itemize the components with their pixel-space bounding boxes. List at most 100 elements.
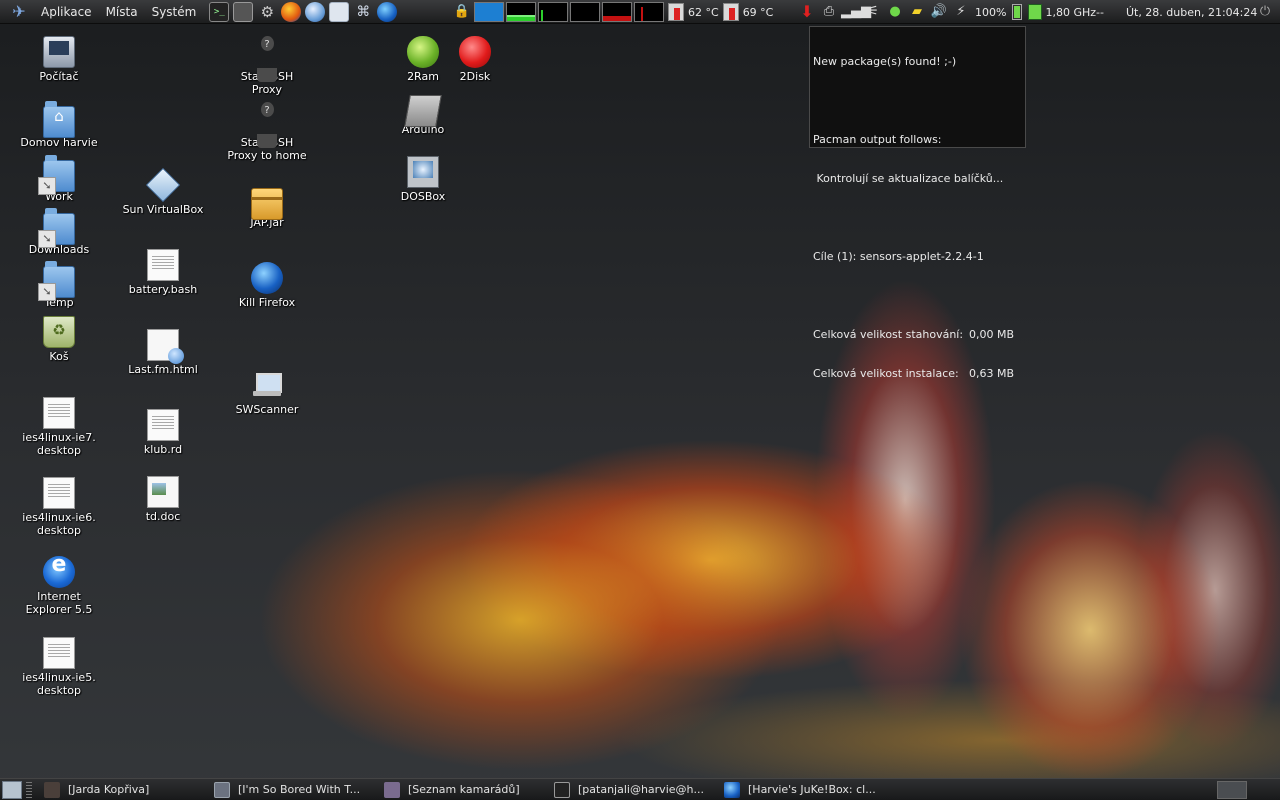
image-file-icon bbox=[147, 476, 179, 508]
taskbar-button-label: [Harvie's JuKe!Box: cl... bbox=[748, 783, 876, 796]
clock[interactable]: Út, 28. duben, 21:04:24 bbox=[1126, 6, 1257, 19]
shutdown-icon[interactable]: ⏻ bbox=[1256, 2, 1274, 22]
wifi-signal-icon[interactable]: ▂▄▆ bbox=[841, 2, 871, 22]
temperature-2-value: 69 °C bbox=[742, 5, 774, 19]
globe-icon bbox=[251, 262, 283, 294]
desktop-icon-label: SWScanner bbox=[235, 403, 299, 416]
swap-load-graph[interactable] bbox=[570, 2, 600, 22]
lock-screen-icon[interactable]: 🔒 bbox=[452, 2, 472, 22]
desktop-icon-label: td.doc bbox=[145, 510, 181, 523]
temperature-sensor-2[interactable]: 69 °C bbox=[722, 3, 774, 21]
download-size-value: 0,00 MB bbox=[969, 328, 1015, 341]
desktop-icon-arduino[interactable]: Arduino bbox=[373, 89, 473, 136]
taskbar-button-terminal[interactable]: [patanjali@harvie@h... bbox=[550, 780, 720, 800]
update-arrow-icon[interactable]: ⬇ bbox=[797, 2, 817, 22]
desktop-icon-kill-firefox[interactable]: Kill Firefox bbox=[217, 262, 317, 309]
power-plug-icon[interactable]: ⚡ bbox=[951, 2, 971, 22]
thermometer-icon bbox=[722, 3, 739, 21]
pacman-update-notification[interactable]: New package(s) found! ;-) Pacman output … bbox=[809, 26, 1026, 380]
desktop-icon-lastfm[interactable]: Last.fm.html bbox=[113, 329, 213, 376]
desktop-icon-battery-bash[interactable]: battery.bash bbox=[113, 249, 213, 296]
network-tools-icon[interactable]: ⌘ bbox=[353, 2, 373, 22]
terminal-icon[interactable]: >_ bbox=[209, 1, 230, 22]
desktop-icon-ie7[interactable]: ies4linux-ie7. desktop bbox=[9, 397, 109, 457]
messenger-icon bbox=[384, 781, 400, 798]
menu-mista[interactable]: Místa bbox=[99, 5, 145, 19]
load-average-graph[interactable] bbox=[634, 2, 664, 22]
text-file-icon bbox=[43, 397, 75, 429]
show-desktop-icon[interactable] bbox=[2, 780, 22, 799]
install-size-label: Celková velikost instalace: bbox=[813, 367, 959, 380]
folder-mail-icon[interactable]: ▰ bbox=[907, 2, 927, 22]
cpu-frequency-value[interactable]: 1,80 GHz-- bbox=[1045, 6, 1104, 19]
desktop-icon-dosbox[interactable]: DOSBox bbox=[373, 156, 473, 203]
desktop-icon-label: DOSBox bbox=[400, 190, 446, 203]
desktop-icon-swscanner[interactable]: SWScanner bbox=[217, 369, 317, 416]
earth-browser-icon[interactable] bbox=[377, 1, 398, 22]
text-file-icon bbox=[147, 409, 179, 441]
taskbar-button-label: [Jarda Kopřiva] bbox=[68, 783, 150, 796]
desktop-icon-trash[interactable]: Koš bbox=[9, 316, 109, 363]
menu-aplikace[interactable]: Aplikace bbox=[34, 5, 99, 19]
messenger-status-icon[interactable]: ● bbox=[885, 2, 905, 22]
memory-load-graph[interactable] bbox=[506, 2, 536, 22]
desktop-icon-jap[interactable]: JAP.jar bbox=[217, 182, 317, 229]
cpu-frequency-icon bbox=[1028, 4, 1043, 20]
taskbar-button-music[interactable]: [I'm So Bored With T... bbox=[210, 780, 380, 800]
desktop-icon-work[interactable]: Work bbox=[9, 155, 109, 203]
desktop-icon-label: Sun VirtualBox bbox=[122, 203, 204, 216]
firefox-icon[interactable] bbox=[281, 1, 302, 22]
printer-icon[interactable]: ⎙ bbox=[819, 2, 839, 22]
desktop-icon-downloads[interactable]: Downloads bbox=[9, 208, 109, 256]
download-size-label: Celková velikost stahování: bbox=[813, 328, 964, 341]
taskbar-button-buddy-list[interactable]: [Seznam kamarádů] bbox=[380, 780, 550, 800]
network-cable-icon[interactable]: ⚟ bbox=[863, 2, 883, 22]
desktop-icon-label: battery.bash bbox=[128, 283, 198, 296]
desktop-icon-home[interactable]: Domov harvie bbox=[9, 101, 109, 149]
panel-grip-handle[interactable] bbox=[26, 781, 32, 798]
computer-icon bbox=[43, 36, 75, 68]
desktop-icon-label: ies4linux-ie5. desktop bbox=[22, 671, 96, 697]
taskbar-button-browser[interactable]: [Harvie's JuKe!Box: cl... bbox=[720, 780, 890, 800]
disk-load-graph[interactable] bbox=[602, 2, 632, 22]
desktop-icon-tddoc[interactable]: td.doc bbox=[113, 476, 213, 523]
network-load-graph[interactable] bbox=[538, 2, 568, 22]
desktop-icon-ie6[interactable]: ies4linux-ie6. desktop bbox=[9, 477, 109, 537]
notification-tray: ⬇ ⎙ ▂▄▆ ⚟ ● ▰ 🔊 ⚡ 100% 1,80 GHz-- Út, 28… bbox=[796, 2, 1257, 22]
notification-targets: Cíle (1): sensors-applet-2.2.4-1 bbox=[813, 250, 984, 263]
temperature-sensor-1[interactable]: 62 °C bbox=[668, 3, 719, 21]
system-monitor-icon[interactable] bbox=[233, 1, 254, 22]
desktop-icon-label: ies4linux-ie7. desktop bbox=[22, 431, 96, 457]
battery-percentage[interactable]: 100% bbox=[975, 6, 1006, 19]
desktop-icon-ie55[interactable]: Internet Explorer 5.5 bbox=[9, 556, 109, 616]
workspace-pager[interactable] bbox=[1217, 781, 1247, 799]
desktop-icon-ssh-home[interactable]: Start SSH Proxy to home bbox=[217, 102, 317, 162]
volume-speaker-icon[interactable]: 🔊 bbox=[929, 2, 949, 22]
settings-gear-icon[interactable]: ⚙ bbox=[257, 2, 277, 22]
folder-link-icon bbox=[38, 208, 75, 248]
desktop-icon-klub[interactable]: klub.rd bbox=[113, 409, 213, 456]
folder-link-icon bbox=[38, 261, 75, 301]
java-archive-icon bbox=[251, 188, 283, 220]
taskbar-button-label: [I'm So Bored With T... bbox=[238, 783, 361, 796]
network-globe-icon[interactable] bbox=[305, 1, 326, 22]
taskbar-button-chat-jarda[interactable]: [Jarda Kopřiva] bbox=[40, 780, 210, 800]
desktop-icon-label: Internet Explorer 5.5 bbox=[25, 590, 93, 616]
menu-system[interactable]: Systém bbox=[145, 5, 204, 19]
desktop-icon-2disk[interactable]: 2Disk bbox=[425, 36, 525, 83]
web-document-icon[interactable] bbox=[329, 1, 350, 22]
desktop-icon-virtualbox[interactable]: Sun VirtualBox bbox=[113, 168, 213, 216]
desktop-icon-ssh-proxy[interactable]: Start SSH Proxy bbox=[217, 36, 317, 96]
arch-logo-icon[interactable]: ✈ bbox=[10, 2, 28, 21]
unknown-user-icon bbox=[251, 102, 283, 148]
desktop-icon-label: klub.rd bbox=[143, 443, 183, 456]
desktop-icon-computer[interactable]: Počítač bbox=[9, 36, 109, 83]
cpu-load-graph[interactable] bbox=[474, 2, 504, 22]
script-file-icon bbox=[147, 249, 179, 281]
notification-line: Kontrolují se aktualizace balíčků... bbox=[813, 172, 1004, 185]
desktop-icon-ie5[interactable]: ies4linux-ie5. desktop bbox=[9, 637, 109, 697]
unknown-user-icon bbox=[251, 36, 283, 82]
red-apple-icon bbox=[459, 36, 491, 68]
bottom-taskbar: [Jarda Kopřiva] [I'm So Bored With T... … bbox=[0, 778, 1280, 800]
desktop-icon-temp[interactable]: Temp bbox=[9, 261, 109, 309]
